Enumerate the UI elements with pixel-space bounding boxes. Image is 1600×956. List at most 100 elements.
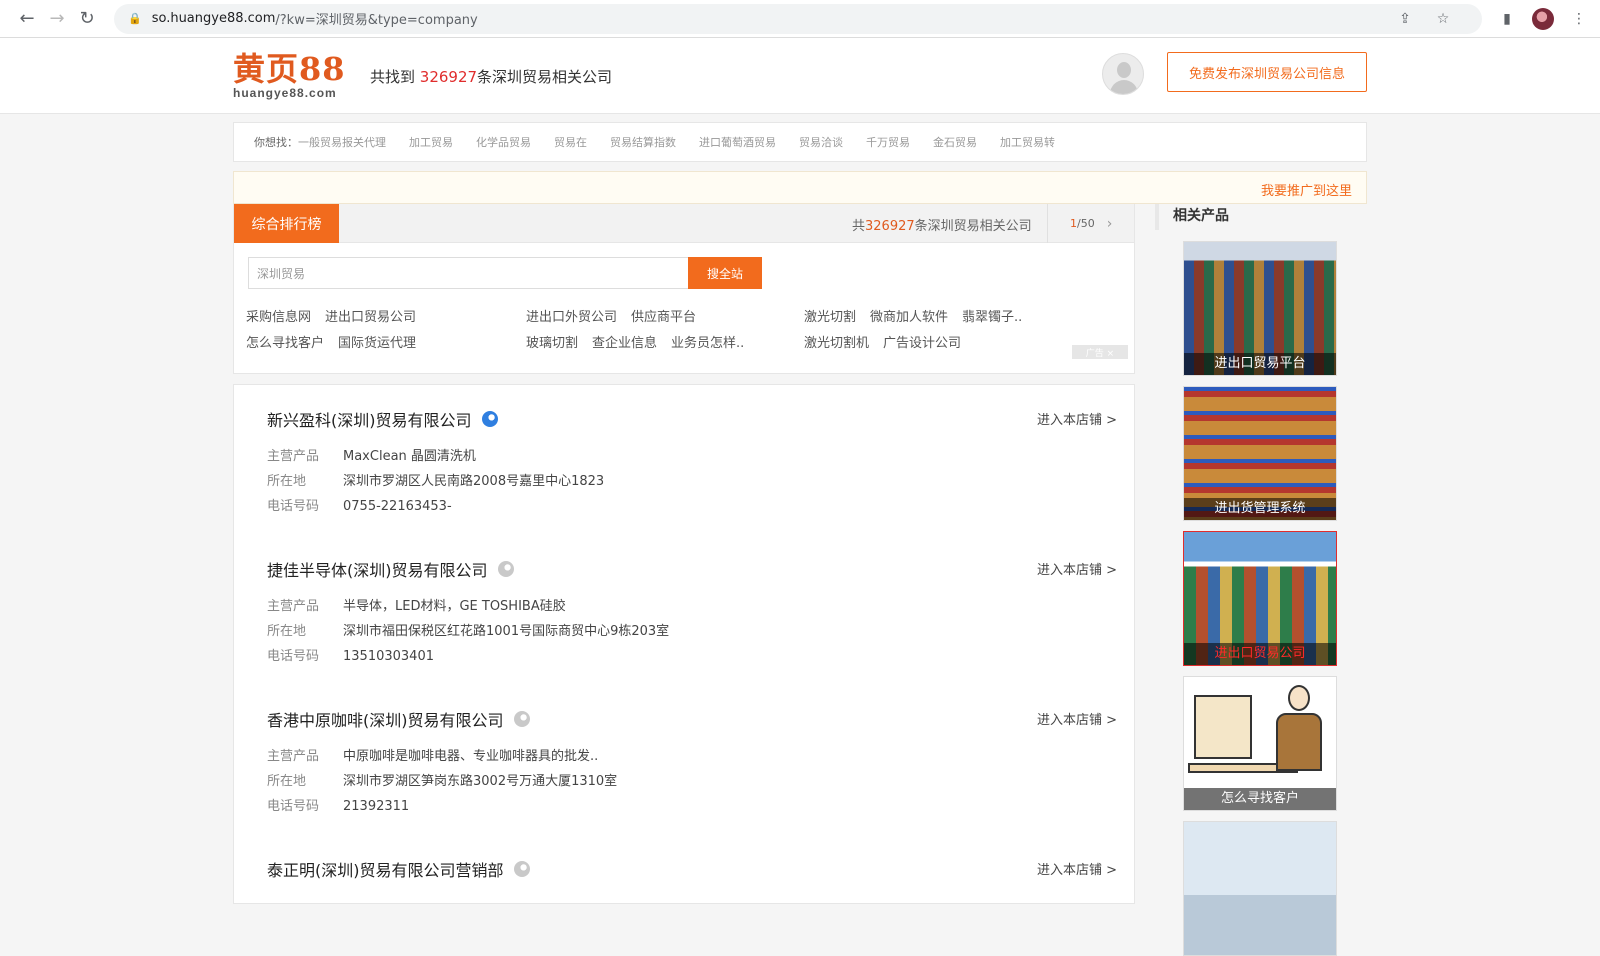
keyword-link[interactable]: 激光切割: [804, 310, 856, 325]
phone-label: 电话号码: [267, 799, 320, 814]
enter-shop-link[interactable]: 进入本店铺 >: [1037, 409, 1117, 428]
reload-icon[interactable]: ↻: [72, 4, 102, 34]
company-item: 香港中原咖啡(深圳)贸易有限公司 进入本店铺 > 主营产品 中原咖啡是咖啡电器、专…: [267, 707, 1117, 819]
promo-bar: 我要推广到这里: [233, 171, 1367, 204]
keyword-link[interactable]: 进出口外贸公司: [526, 310, 617, 325]
result-summary: 共找到 326927条深圳贸易相关公司: [370, 66, 612, 87]
address-label: 所在地: [267, 624, 307, 639]
product-card[interactable]: 进出货管理系统: [1183, 386, 1337, 521]
suggestion-link[interactable]: 一般贸易报关代理: [298, 134, 386, 150]
browser-toolbar: ← → ↻ 🔒 so.huangye88.com/?kw=深圳贸易&type=c…: [0, 0, 1600, 38]
verified-badge-icon: [497, 561, 514, 577]
company-name[interactable]: 捷佳半导体(深圳)贸易有限公司: [267, 557, 488, 581]
next-page-icon[interactable]: ›: [1107, 216, 1113, 232]
forward-icon[interactable]: →: [42, 4, 72, 34]
enter-shop-link[interactable]: 进入本店铺 >: [1037, 709, 1117, 728]
keyword-link[interactable]: 业务员怎样..: [671, 336, 744, 351]
product-label: 主营产品: [267, 599, 320, 614]
keyword-link[interactable]: 查企业信息: [592, 336, 657, 351]
user-avatar[interactable]: [1102, 53, 1144, 95]
lock-icon: 🔒: [128, 12, 142, 25]
search-input[interactable]: 深圳贸易: [248, 257, 688, 289]
product-image: [1184, 822, 1336, 955]
suggestion-link[interactable]: 贸易在: [554, 134, 587, 150]
search-row: 深圳贸易 搜全站: [248, 257, 762, 289]
found-count: 326927: [419, 68, 478, 86]
address-bar[interactable]: 🔒 so.huangye88.com/?kw=深圳贸易&type=company: [114, 3, 1482, 34]
company-item: 新兴盈科(深圳)贸易有限公司 进入本店铺 > 主营产品 MaxClean 晶圆清洗…: [267, 407, 1117, 519]
keyword-link[interactable]: 翡翠镯子..: [962, 310, 1022, 325]
ad-tag[interactable]: 广告 ×: [1072, 345, 1128, 359]
company-name[interactable]: 泰正明(深圳)贸易有限公司营销部: [267, 857, 504, 881]
keyword-link[interactable]: 供应商平台: [631, 310, 696, 325]
product-caption: 进出货管理系统: [1184, 498, 1336, 520]
product-card[interactable]: 进出口贸易公司: [1183, 531, 1337, 666]
total-count: 共326927条深圳贸易相关公司: [852, 215, 1032, 234]
suggestion-link[interactable]: 贸易洽谈: [799, 134, 843, 150]
company-address: 深圳市罗湖区人民南路2008号嘉里中心1823: [343, 474, 605, 489]
verified-badge-icon: [513, 861, 530, 877]
suggestion-link[interactable]: 进口葡萄酒贸易: [699, 134, 776, 150]
company-name[interactable]: 香港中原咖啡(深圳)贸易有限公司: [267, 707, 504, 731]
total-prefix: 共: [852, 219, 866, 234]
suggestion-link[interactable]: 加工贸易转: [1000, 134, 1055, 150]
ranking-panel: 综合排行榜 共326927条深圳贸易相关公司 1/50 › 深圳贸易 搜全站 采…: [233, 204, 1135, 374]
bookmark-star-icon[interactable]: ☆: [1432, 4, 1454, 34]
share-icon[interactable]: ⇪: [1394, 4, 1416, 34]
profile-avatar[interactable]: [1532, 8, 1554, 30]
enter-shop-link[interactable]: 进入本店铺 >: [1037, 859, 1117, 878]
related-products-panel: 相关产品 进出口贸易平台 进出货管理系统 进出口贸易公司 怎么寻找客户: [1155, 204, 1367, 956]
total-number: 326927: [865, 219, 915, 234]
product-card[interactable]: 进出口贸易平台: [1183, 241, 1337, 376]
related-products-heading: 相关产品: [1155, 204, 1367, 230]
found-prefix: 共找到: [370, 68, 420, 86]
keyword-column: 进出口外贸公司 供应商平台 玻璃切割 查企业信息 业务员怎样..: [526, 305, 758, 357]
company-address: 深圳市福田保税区红花路1001号国际商贸中心9栋203室: [343, 624, 670, 639]
tab-overall-ranking[interactable]: 综合排行榜: [234, 204, 339, 243]
keyword-link[interactable]: 微商加人软件: [870, 310, 948, 325]
main-product: 中原咖啡是咖啡电器、专业咖啡器具的批发..: [343, 749, 599, 764]
keyword-link[interactable]: 采购信息网: [246, 310, 311, 325]
suggestion-link[interactable]: 化学品贸易: [476, 134, 531, 150]
company-item: 捷佳半导体(深圳)贸易有限公司 进入本店铺 > 主营产品 半导体，LED材料，GE…: [267, 557, 1117, 669]
keyword-link[interactable]: 广告设计公司: [883, 336, 961, 351]
suggestion-link[interactable]: 金石贸易: [933, 134, 977, 150]
url-path: /?kw=深圳贸易&type=company: [275, 13, 478, 28]
suggestion-link[interactable]: 加工贸易: [409, 134, 453, 150]
product-card[interactable]: 怎么寻找客户: [1183, 676, 1337, 811]
keyword-link[interactable]: 怎么寻找客户: [246, 336, 324, 351]
promote-here-link[interactable]: 我要推广到这里: [1261, 180, 1352, 199]
pagination: 1/50 ›: [1047, 204, 1134, 243]
site-logo[interactable]: 黄页88 huangye88.com: [233, 52, 346, 100]
keyword-link[interactable]: 玻璃切割: [526, 336, 578, 351]
keyword-column: 激光切割 微商加人软件 翡翠镯子.. 激光切割机 广告设计公司: [804, 305, 1036, 357]
company-phone: 21392311: [343, 799, 410, 814]
search-site-button[interactable]: 搜全站: [688, 257, 762, 289]
back-icon[interactable]: ←: [12, 4, 42, 34]
product-caption: 进出口贸易平台: [1184, 353, 1336, 375]
company-phone: 0755-22163453-: [343, 499, 452, 514]
product-card[interactable]: [1183, 821, 1337, 956]
publish-info-button[interactable]: 免费发布深圳贸易公司信息: [1167, 52, 1367, 92]
enter-shop-link[interactable]: 进入本店铺 >: [1037, 559, 1117, 578]
menu-icon[interactable]: ⋮: [1568, 4, 1590, 34]
company-list: 新兴盈科(深圳)贸易有限公司 进入本店铺 > 主营产品 MaxClean 晶圆清洗…: [233, 384, 1135, 904]
company-item: 泰正明(深圳)贸易有限公司营销部 进入本店铺 >: [267, 857, 1117, 881]
logo-main-text: 黄页88: [233, 50, 346, 88]
verified-badge-icon: [481, 411, 498, 427]
side-panel-icon[interactable]: ▮: [1496, 4, 1518, 34]
keyword-link[interactable]: 激光切割机: [804, 336, 869, 351]
company-name[interactable]: 新兴盈科(深圳)贸易有限公司: [267, 407, 472, 431]
keyword-link[interactable]: 国际货运代理: [338, 336, 416, 351]
product-label: 主营产品: [267, 449, 320, 464]
suggestion-link[interactable]: 贸易结算指数: [610, 134, 676, 150]
keyword-column: 采购信息网 进出口贸易公司 怎么寻找客户 国际货运代理: [246, 305, 430, 357]
page-total: /50: [1077, 217, 1095, 230]
suggestion-label: 你想找：: [254, 136, 298, 149]
product-caption: 怎么寻找客户: [1184, 788, 1336, 810]
verified-badge-icon: [513, 711, 530, 727]
keyword-link[interactable]: 进出口贸易公司: [325, 310, 416, 325]
suggestion-link[interactable]: 千万贸易: [866, 134, 910, 150]
main-product: 半导体，LED材料，GE TOSHIBA硅胶: [343, 599, 566, 614]
site-header: 黄页88 huangye88.com 共找到 326927条深圳贸易相关公司 免…: [0, 38, 1600, 114]
